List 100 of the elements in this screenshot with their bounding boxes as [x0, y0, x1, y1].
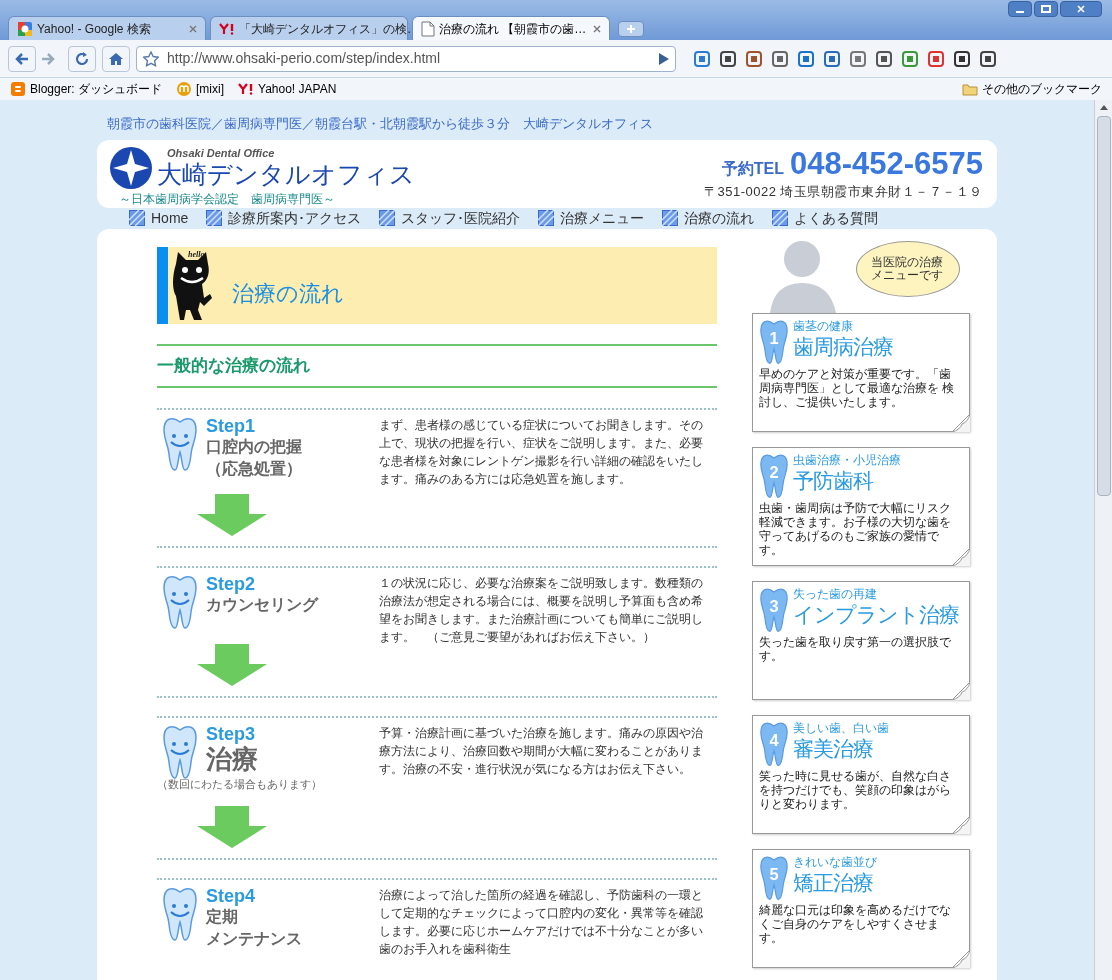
step-title: 定期 — [206, 907, 239, 927]
menu-card[interactable]: 4 美しい歯、白い歯 審美治療 笑った時に見せる歯が、自然な白さを持つだけでも、笑顔の印象はがらりと変わります。 — [752, 714, 970, 834]
step-title: メンテナンス — [206, 929, 302, 949]
nav-link[interactable]: Home — [129, 207, 189, 229]
nav-link[interactable]: スタッフ･医院紹介 — [379, 207, 521, 229]
menu-subtitle: 虫歯治療・小児治療 — [793, 452, 901, 467]
reload-button[interactable] — [68, 45, 96, 72]
menu-description: 綺麗な口元は印象を高めるだけでなくご自身のケアをしやすくさせます。 — [759, 902, 952, 947]
yahoo-logo-icon — [219, 22, 235, 35]
hello-label: hello — [188, 248, 205, 261]
numbered-tooth-icon: 1 — [759, 318, 789, 365]
step-title: 治療 — [206, 743, 258, 774]
step-description: まず、患者様の感じている症状についてお聞きします。その上で、現状の把握を行い、症状をご説明します。また、必要な患者様を対象にレントゲン撮影を行い詳細の確認をいたします。痛みのある方には応急処置を施します。 — [379, 416, 703, 488]
step-label: Step1 — [206, 415, 257, 436]
menu-subtitle: きれいな歯並び — [793, 854, 877, 869]
close-icon — [1077, 5, 1085, 13]
star-logo-icon — [109, 145, 153, 190]
menu-card[interactable]: 1 歯茎の健康 歯周病治療 早めのケアと対策が重要です。「歯周病専門医」として最適な治療を 検討し、ご提供いたします。 — [752, 312, 970, 432]
logo-name: 大崎デンタルオフィス — [157, 158, 415, 189]
step-label: Step4 — [206, 886, 257, 906]
close-icon[interactable] — [189, 24, 197, 33]
down-arrow-icon — [197, 806, 267, 848]
menu-title: 審美治療 — [793, 735, 874, 762]
star-icon[interactable] — [143, 50, 159, 67]
smiling-tooth-icon — [162, 573, 198, 630]
step-note: （数回にわたる場合もあります） — [157, 776, 323, 792]
mixi-logo-icon — [176, 81, 193, 97]
nav-link[interactable]: 治療メニュー — [538, 207, 645, 229]
menu-description: 失った歯を取り戻す第一の選択肢です。 — [759, 634, 952, 665]
google-logo-icon — [17, 20, 33, 37]
maximize-button[interactable] — [1034, 1, 1058, 17]
certification-text: ～日本歯周病学会認定 歯周病専門医～ — [118, 190, 336, 208]
home-button[interactable] — [102, 45, 130, 72]
menu-card[interactable]: 2 虫歯治療・小児治療 予防歯科 虫歯・歯周病は予防で大幅にリスク軽減できます。お子様の大切な歯を守ってあげるのもご家族の愛情です。 — [752, 446, 970, 566]
yahoo-logo-icon — [238, 83, 255, 95]
hatched-square-icon — [662, 210, 679, 226]
smiling-tooth-icon — [162, 415, 198, 472]
page-curl-icon — [952, 949, 970, 968]
phone-number: 048-452-6575 — [789, 145, 983, 182]
menu-subtitle: 美しい歯、白い歯 — [793, 720, 889, 735]
reload-icon — [75, 51, 89, 66]
step-title: （応急処置） — [206, 458, 302, 479]
address-bar[interactable]: http://www.ohsaki-perio.com/step/index.html — [136, 45, 676, 72]
nav-link[interactable]: よくある質問 — [772, 207, 879, 229]
step-title: 口腔内の把握 — [206, 436, 302, 457]
site-tagline: 朝霞市の歯科医院／歯周病専門医／朝霞台駅・北朝霞駅から徒歩３分 大崎デンタルオフィス — [106, 115, 654, 133]
numbered-tooth-icon: 2 — [759, 452, 789, 499]
section-heading: 一般的な治療の流れ — [157, 354, 310, 377]
nav-link[interactable]: 診療所案内･アクセス — [206, 207, 362, 229]
step-description: 治療によって治した箇所の経過を確認し、予防歯科の一環として定期的なチェックによって口腔内の変化・異常等を確認します。必要に応じホームケアだけでは不十分なことが多い歯のお手入れを歯科衛生 — [379, 887, 703, 958]
close-icon[interactable] — [593, 24, 601, 33]
forward-arrow-icon — [41, 52, 55, 65]
address-text: 〒351-0022 埼玉県朝霞市東弁財１－７－１９ — [703, 182, 983, 201]
menu-description: 笑った時に見せる歯が、自然な白さを持つだけでも、笑顔の印象はがらりと変わります。 — [759, 768, 952, 813]
page-curl-icon — [952, 413, 970, 432]
bookmark-link[interactable]: Blogger: ダッシュボード — [10, 80, 163, 98]
bookmark-link[interactable]: Yahoo! JAPAN — [238, 80, 337, 98]
menu-card[interactable]: 5 きれいな歯並び 矯正治療 綺麗な口元は印象を高めるだけでなくご自身のケアをしやすくさせます。 — [752, 848, 970, 968]
new-tab-button[interactable] — [618, 21, 644, 37]
nav-link[interactable]: 治療の流れ — [662, 207, 755, 229]
bubble-text: 当医院の治療メニューです — [871, 255, 944, 282]
menu-title: 矯正治療 — [793, 869, 874, 896]
hatched-square-icon — [379, 210, 396, 226]
scrollbar-thumb[interactable] — [1096, 116, 1111, 496]
menu-description: 早めのケアと対策が重要です。「歯周病専門医」として最適な治療を 検討し、ご提供いたします。 — [759, 366, 956, 411]
numbered-tooth-icon: 4 — [759, 720, 789, 767]
tab-title: 治療の流れ 【朝霞市の歯… — [439, 20, 588, 38]
scrollbar[interactable] — [1094, 100, 1112, 980]
step-description: 予算・治療計画に基づいた治療を施します。痛みの原因や治療方法により、治療回数や期間が大幅に変わることがあります。治療の不安・進行状況が気になる方はお伝え下さい。 — [379, 724, 703, 778]
page-curl-icon — [952, 547, 970, 566]
step-label: Step2 — [206, 573, 257, 594]
home-icon — [108, 51, 124, 66]
hatched-square-icon — [538, 210, 555, 226]
reservation-label: 予約TEL — [721, 158, 784, 179]
menu-card[interactable]: 3 失った歯の再建 インプラント治療 失った歯を取り戻す第一の選択肢です。 — [752, 580, 970, 700]
browser-tab[interactable]: 治療の流れ 【朝霞市の歯… — [412, 16, 610, 40]
menu-title: 歯周病治療 — [793, 333, 893, 360]
back-button[interactable] — [8, 45, 36, 72]
step-title: カウンセリング — [206, 594, 318, 615]
page-icon — [421, 20, 435, 37]
step-description: １の状況に応じ、必要な治療案をご説明致します。数種類の治療法が想定される場合には、概要を説明し予算面も含め希望をお聞きします。また治療計画についても簡単にご説明します。 （ご意見ご要望があればお伝え下さい。） — [379, 574, 703, 646]
logo-english: Ohsaki Dental Office — [166, 146, 276, 159]
menu-description: 虫歯・歯周病は予防で大幅にリスク軽減できます。お子様の大切な歯を守ってあげるのもご家族の愛情です。 — [759, 500, 952, 559]
go-arrow-icon[interactable] — [659, 52, 669, 65]
other-bookmarks-button[interactable]: その他のブックマーク — [962, 80, 1102, 98]
back-arrow-icon — [15, 52, 29, 65]
page-curl-icon — [952, 681, 970, 700]
browser-tab[interactable]: Yahoo! - Google 検索 — [8, 16, 206, 40]
page-title: 治療の流れ — [232, 279, 344, 308]
step-label: Step3 — [206, 723, 256, 744]
down-arrow-icon — [197, 643, 267, 686]
minimize-button[interactable] — [1008, 1, 1032, 17]
url-text: http://www.ohsaki-perio.com/step/index.html — [167, 49, 442, 68]
menu-subtitle: 歯茎の健康 — [793, 318, 854, 333]
smiling-tooth-icon — [162, 723, 198, 780]
close-button[interactable] — [1060, 1, 1102, 17]
menu-subtitle: 失った歯の再建 — [793, 586, 878, 601]
browser-tab[interactable]: 「大崎デンタルオフィス」の検… — [210, 16, 408, 40]
bookmark-link[interactable]: [mixi] — [176, 80, 225, 98]
plus-icon — [627, 25, 635, 33]
